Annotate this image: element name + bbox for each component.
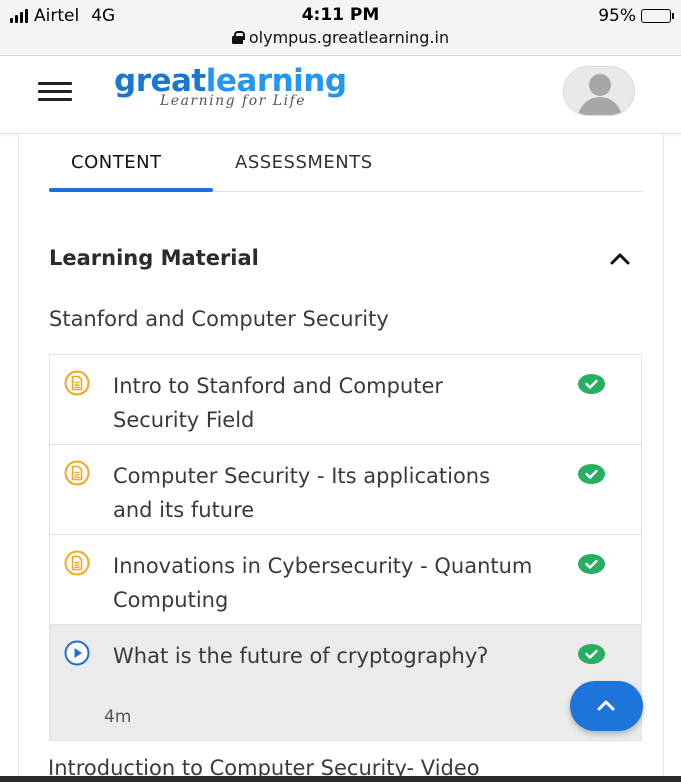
logo[interactable]: greatlearning Learning for Life: [114, 64, 347, 109]
avatar-body: [578, 97, 622, 115]
module-item-list: Intro to Stanford and Computer Security …: [49, 354, 642, 741]
completed-check-icon: [578, 464, 605, 484]
document-icon: [64, 460, 90, 486]
tab-bar: CONTENT ASSESSMENTS: [49, 134, 643, 192]
completed-check-icon: [578, 374, 605, 394]
browser-status-bar: Airtel 4G 4:11 PM 95% olympus.greatlearn…: [0, 0, 681, 56]
url-bar[interactable]: olympus.greatlearning.in: [0, 28, 681, 47]
url-text: olympus.greatlearning.in: [248, 28, 450, 47]
completed-check-icon: [578, 554, 605, 574]
play-video-icon: [64, 640, 90, 666]
app-header: greatlearning Learning for Life: [0, 56, 681, 134]
active-tab-indicator: [49, 188, 213, 192]
list-item[interactable]: Innovations in Cybersecurity - Quantum C…: [50, 535, 641, 625]
chevron-up-icon: [597, 700, 615, 711]
item-title: Computer Security - Its applications and…: [113, 464, 491, 522]
tab-assessments[interactable]: ASSESSMENTS: [235, 152, 373, 173]
item-title: Intro to Stanford and Computer Security …: [113, 374, 444, 432]
section-title[interactable]: Learning Material: [49, 246, 259, 270]
document-icon: [64, 370, 90, 396]
battery-status: 95%: [598, 6, 674, 26]
clock: 4:11 PM: [301, 5, 380, 25]
list-item[interactable]: Computer Security - Its applications and…: [50, 445, 641, 535]
battery-percent: 95%: [598, 6, 636, 26]
item-duration: 4m: [104, 707, 132, 727]
item-title: What is the future of cryptographyʔ: [113, 644, 489, 668]
list-item[interactable]: Intro to Stanford and Computer Security …: [50, 355, 641, 445]
lock-icon: [231, 31, 245, 44]
subsection-title: Stanford and Computer Security: [49, 307, 389, 331]
completed-check-icon: [578, 644, 605, 664]
bottom-edge: [0, 776, 681, 782]
hamburger-menu-icon[interactable]: [38, 82, 72, 104]
list-item-selected[interactable]: What is the future of cryptographyʔ 4m: [50, 625, 641, 741]
user-avatar[interactable]: [563, 66, 635, 116]
content-card: CONTENT ASSESSMENTS Learning Material St…: [18, 134, 664, 782]
scroll-to-top-button[interactable]: [570, 681, 643, 731]
item-title: Innovations in Cybersecurity - Quantum C…: [113, 554, 533, 612]
chevron-up-icon[interactable]: [609, 248, 631, 270]
battery-icon: [641, 9, 674, 23]
document-icon: [64, 550, 90, 576]
avatar-head: [589, 74, 611, 96]
tab-content[interactable]: CONTENT: [71, 152, 162, 173]
